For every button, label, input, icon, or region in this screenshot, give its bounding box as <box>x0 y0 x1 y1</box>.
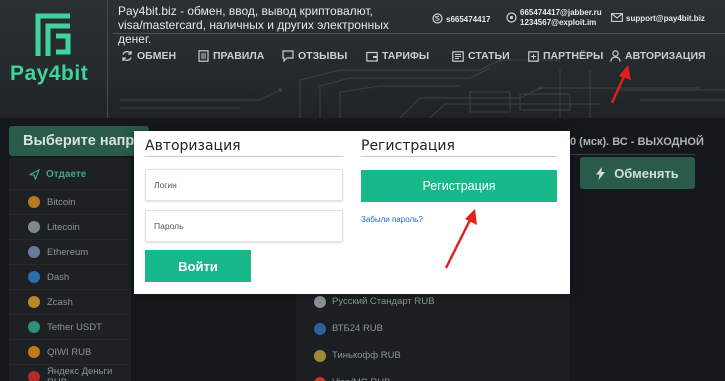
currency-row[interactable]: Тинькофф RUB <box>296 343 570 368</box>
currency-icon <box>28 271 40 283</box>
currency-name: Русский Стандарт RUB <box>332 296 435 307</box>
auth-title: Авторизация <box>145 138 241 154</box>
nav-login-label: АВТОРИЗАЦИЯ <box>625 50 706 62</box>
site-header: Pay4bit Pay4bit.biz - обмен, ввод, вывод… <box>0 0 725 118</box>
logo-text: Pay4bit <box>10 62 89 85</box>
currency-name: Яндекс Деньги RUB <box>47 366 113 381</box>
jabber-address-2: 1234567@exploit.im <box>520 18 597 27</box>
status-rule <box>570 154 695 155</box>
register-title-rule <box>361 156 557 157</box>
chat-icon <box>282 50 294 62</box>
logo-icon <box>35 13 71 56</box>
currency-icon <box>28 246 40 258</box>
nav-exchange[interactable]: ОБМЕН <box>121 48 176 64</box>
currency-row[interactable]: Visa/MC RUB <box>296 370 570 381</box>
currency-row[interactable]: Dash <box>9 264 131 289</box>
nav-rules[interactable]: ПРАВИЛА <box>198 48 264 64</box>
currency-row[interactable]: QIWI RUB <box>9 339 131 364</box>
email-text: support@pay4bit.biz <box>626 14 705 24</box>
currency-name: Zcash <box>47 296 73 308</box>
currency-name: Ethereum <box>47 246 89 258</box>
currency-icon <box>28 321 40 333</box>
exchange-button-label: Обменять <box>614 165 679 181</box>
nav-reviews-label: ОТЗЫВЫ <box>298 50 348 62</box>
currency-name: Visa/MC RUB <box>332 377 390 381</box>
currency-row[interactable]: ВТБ24 RUB <box>296 316 570 341</box>
logo[interactable]: Pay4bit <box>8 6 98 92</box>
login-input[interactable] <box>145 169 343 201</box>
news-icon <box>452 50 464 62</box>
nav-articles-label: СТАТЬИ <box>468 50 510 62</box>
currency-name: Dash <box>47 271 70 283</box>
site-tagline: Pay4bit.biz - обмен, ввод, вывод криптов… <box>118 4 389 46</box>
jabber-contact[interactable]: 665474417@jabber.ru 1234567@exploit.im <box>506 8 602 28</box>
register-title: Регистрация <box>361 138 455 154</box>
skype-contact[interactable]: s665474417 <box>432 13 491 27</box>
jabber-icon <box>506 12 517 26</box>
currency-icon <box>314 376 326 381</box>
nav-partners[interactable]: ПАРТНЁРЫ <box>528 48 603 64</box>
currency-row[interactable]: Яндекс Деньги RUB <box>9 364 131 381</box>
forgot-password-link[interactable]: Забыли пароль? <box>361 215 423 224</box>
currency-icon <box>28 371 40 381</box>
nav-login[interactable]: АВТОРИЗАЦИЯ <box>610 48 706 64</box>
currency-name: QIWI RUB <box>47 346 92 358</box>
currency-row[interactable]: Zcash <box>9 289 131 314</box>
give-header: Отдаете <box>9 162 131 186</box>
document-icon <box>198 50 209 62</box>
currency-icon <box>28 346 40 358</box>
currency-icon <box>314 295 326 308</box>
nav-tariffs-label: ТАРИФЫ <box>382 50 430 62</box>
currency-name: Litecoin <box>47 221 80 233</box>
nav-articles[interactable]: СТАТЬИ <box>452 48 510 64</box>
currency-icon <box>314 322 326 335</box>
currency-row[interactable]: Litecoin <box>9 214 131 239</box>
currency-row[interactable]: Tether USDT <box>9 314 131 339</box>
direction-tab[interactable]: Выберите направление <box>9 126 149 156</box>
give-label: Отдаете <box>46 168 87 180</box>
currency-name: Тинькофф RUB <box>332 350 401 361</box>
send-icon <box>29 168 40 180</box>
nav-exchange-label: ОБМЕН <box>137 50 177 62</box>
auth-modal: Авторизация Войти Регистрация Регистраци… <box>134 131 570 294</box>
skype-text: s665474417 <box>446 15 491 25</box>
nav-partners-label: ПАРТНЁРЫ <box>543 50 604 62</box>
currency-icon <box>314 349 326 362</box>
exchange-button[interactable]: Обменять <box>580 157 695 189</box>
currency-name: ВТБ24 RUB <box>332 323 384 334</box>
header-rule <box>113 33 725 34</box>
register-button[interactable]: Регистрация <box>361 170 557 202</box>
currency-icon <box>28 296 40 308</box>
currency-name: Bitcoin <box>47 196 76 208</box>
nav-reviews[interactable]: ОТЗЫВЫ <box>282 48 347 64</box>
lightning-icon <box>596 166 606 180</box>
partners-icon <box>528 50 539 62</box>
wallet-icon <box>366 51 378 62</box>
auth-title-rule <box>145 156 343 157</box>
currency-name: Tether USDT <box>47 321 102 333</box>
email-contact[interactable]: support@pay4bit.biz <box>611 13 705 25</box>
user-icon <box>610 50 621 62</box>
header-divider <box>107 0 108 118</box>
skype-icon <box>432 13 443 27</box>
working-hours-status: 0 (мск). ВС - ВЫХОДНОЙ <box>570 136 704 148</box>
nav-tariffs[interactable]: ТАРИФЫ <box>366 48 429 64</box>
currency-icon <box>28 196 40 208</box>
jabber-address-1: 665474417@jabber.ru <box>520 8 602 17</box>
nav-rules-label: ПРАВИЛА <box>213 50 265 62</box>
login-button[interactable]: Войти <box>145 250 251 282</box>
password-input[interactable] <box>145 210 343 242</box>
refresh-icon <box>122 51 132 61</box>
currency-icon <box>28 221 40 233</box>
mail-icon <box>611 13 623 25</box>
currency-row[interactable]: Ethereum <box>9 239 131 264</box>
currency-row[interactable]: Bitcoin <box>9 189 131 214</box>
